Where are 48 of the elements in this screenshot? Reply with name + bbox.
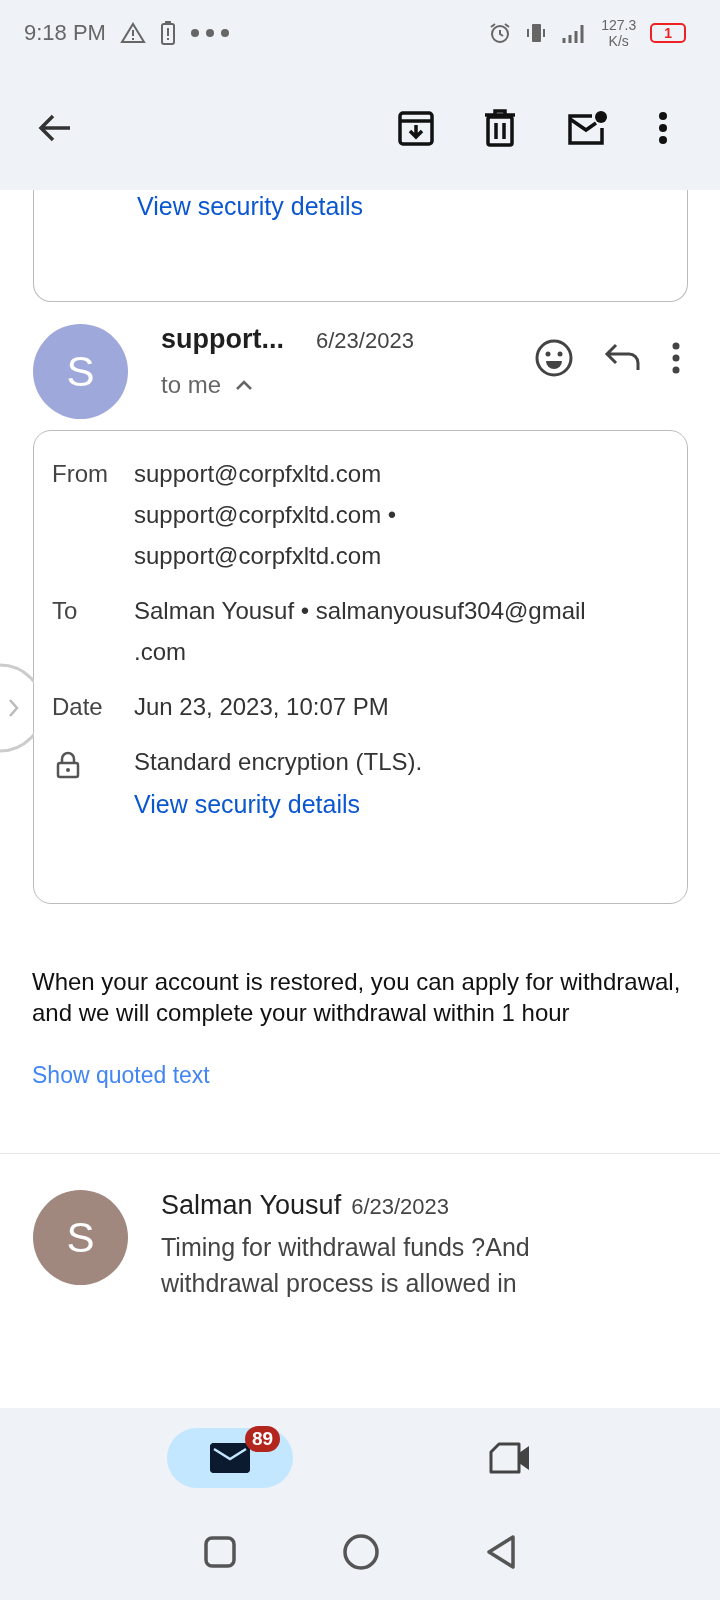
view-security-details-link[interactable]: View security details — [134, 782, 423, 826]
alarm-icon — [489, 22, 512, 44]
emoji-icon[interactable] — [534, 338, 574, 378]
detail-label: From — [52, 459, 109, 489]
video-icon — [489, 1442, 531, 1474]
detail-value: support@corpfxltd.com — [134, 541, 383, 571]
sender-avatar: S — [33, 1190, 128, 1285]
detail-value: Salman Yousuf • salmanyousuf304@gmail — [134, 596, 586, 626]
back-icon[interactable] — [485, 1534, 518, 1570]
archive-icon[interactable] — [398, 110, 434, 146]
collapse-icon[interactable] — [235, 379, 254, 391]
network-speed: 127.3 K/s — [601, 17, 637, 49]
detail-value: Jun 23, 2023, 10:07 PM — [134, 692, 389, 722]
recents-icon[interactable] — [202, 1535, 237, 1569]
more-options-icon[interactable] — [672, 342, 680, 374]
message-body: When your account is restored, you can apply for withdrawal, and we will complete your withdrawal within 1 hour — [32, 967, 682, 1028]
battery-indicator: 1 — [650, 23, 686, 43]
message-date: 6/23/2023 — [316, 328, 414, 354]
delete-icon[interactable] — [484, 109, 516, 147]
more-notifications-icon — [189, 28, 230, 38]
status-time: 9:18 PM — [24, 20, 106, 46]
detail-label: Date — [52, 692, 104, 722]
back-icon[interactable] — [38, 113, 72, 143]
show-quoted-text-link[interactable]: Show quoted text — [32, 1062, 210, 1089]
message-snippet: Timing for withdrawal funds ?And withdrawal process is allowed in — [161, 1232, 531, 1299]
battery-alert-icon — [159, 21, 176, 45]
detail-value: .com — [134, 637, 187, 667]
sender-name: support... — [161, 324, 284, 355]
detail-value: support@corpfxltd.com • — [134, 500, 397, 530]
vibrate-icon — [525, 22, 548, 44]
reply-icon[interactable] — [604, 342, 642, 372]
recipient-label: to me — [161, 371, 222, 399]
mail-tab[interactable]: 89 — [167, 1428, 293, 1488]
sender-name: Salman Yousuf — [161, 1190, 342, 1221]
side-handle-icon[interactable] — [0, 663, 34, 753]
warning-icon — [119, 22, 146, 44]
message-date: 6/23/2023 — [351, 1194, 449, 1220]
more-options-icon[interactable] — [658, 111, 668, 145]
view-security-details-link[interactable]: View security details — [137, 192, 364, 221]
lock-icon — [56, 751, 80, 779]
detail-label: To — [52, 596, 79, 626]
home-icon[interactable] — [342, 1533, 380, 1571]
mark-unread-icon[interactable] — [566, 110, 608, 146]
unread-count-badge: 89 — [245, 1426, 281, 1452]
detail-value: support@corpfxltd.com — [134, 459, 383, 489]
sender-avatar: S — [33, 324, 128, 419]
mail-icon — [210, 1443, 250, 1473]
detail-value: Standard encryption (TLS). — [134, 747, 423, 777]
